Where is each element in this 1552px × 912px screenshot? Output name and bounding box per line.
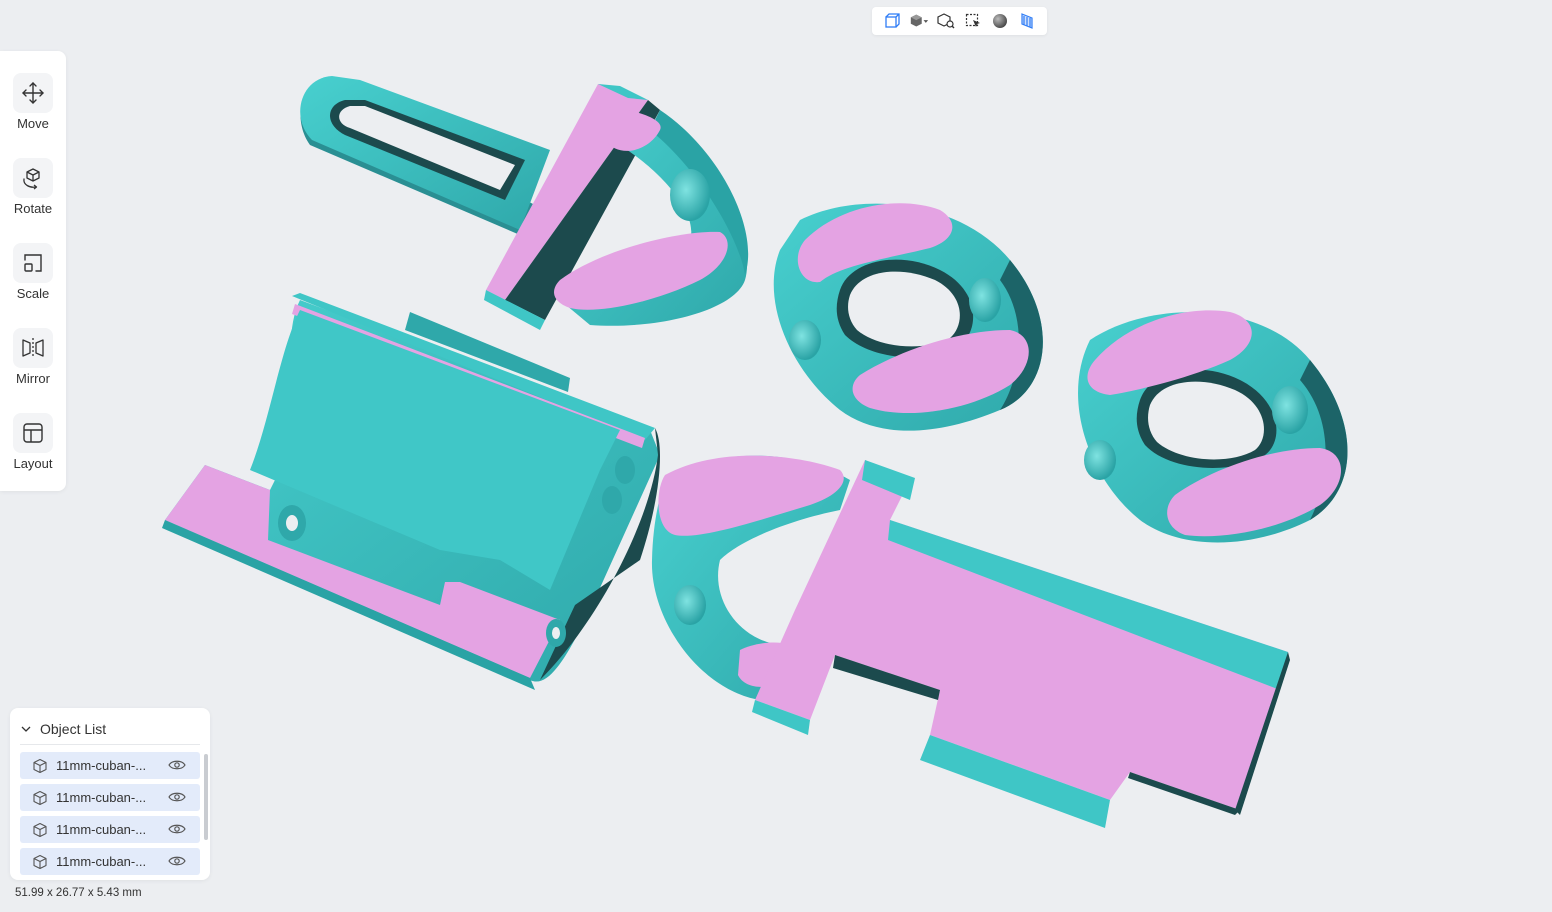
move-label: Move [17, 116, 49, 131]
tool-panel: Move Rotate Scale Mirror Layout [0, 51, 66, 491]
scale-icon [13, 243, 53, 283]
object-list-item[interactable]: 11mm-cuban-... [20, 848, 200, 875]
object-name: 11mm-cuban-... [56, 854, 147, 869]
model-dimensions: 51.99 x 26.77 x 5.43 mm [15, 887, 142, 899]
eye-icon[interactable] [168, 855, 186, 869]
mirror-tool-button[interactable]: Mirror [0, 328, 66, 398]
zoom-to-fit-icon[interactable] [936, 11, 956, 31]
rotate-tool-button[interactable]: Rotate [0, 158, 66, 228]
mirror-icon [13, 328, 53, 368]
object-name: 11mm-cuban-... [56, 790, 147, 805]
slice-view-icon[interactable] [1017, 11, 1037, 31]
object-list-panel: Object List 11mm-cuban-... 11mm-cuban-..… [10, 708, 210, 880]
eye-icon[interactable] [168, 823, 186, 837]
object-list-item[interactable]: 11mm-cuban-... [20, 784, 200, 811]
object-list-item[interactable]: 11mm-cuban-... [20, 752, 200, 779]
scale-tool-button[interactable]: Scale [0, 243, 66, 313]
layout-label: Layout [13, 456, 53, 471]
object-name: 11mm-cuban-... [56, 822, 147, 837]
cube-icon [32, 758, 48, 774]
eye-icon[interactable] [168, 791, 186, 805]
chevron-down-icon [20, 723, 32, 735]
cube-icon [32, 790, 48, 806]
rotate-icon [13, 158, 53, 198]
object-list-toggle[interactable]: Object List [20, 718, 200, 745]
rotate-label: Rotate [13, 201, 53, 216]
layout-icon [13, 413, 53, 453]
object-list-scrollbar[interactable] [204, 754, 208, 840]
model-part-link-1[interactable] [773, 203, 1043, 431]
scale-label: Scale [16, 286, 50, 301]
object-list-title: Object List [40, 721, 107, 737]
mirror-label: Mirror [16, 371, 50, 386]
eye-icon[interactable] [168, 759, 186, 773]
cube-icon [32, 822, 48, 838]
shaded-sphere-icon[interactable] [990, 11, 1010, 31]
move-icon [13, 73, 53, 113]
select-icon[interactable] [963, 11, 983, 31]
view-cube-dropdown-icon[interactable] [909, 11, 929, 31]
object-list-item[interactable]: 11mm-cuban-... [20, 816, 200, 843]
model-part-clasp-box[interactable] [162, 293, 660, 690]
view-toolbar [872, 7, 1047, 35]
model-part-clasp-tongue[interactable] [300, 76, 749, 330]
object-name: 11mm-cuban-... [56, 758, 147, 773]
layout-tool-button[interactable]: Layout [0, 413, 66, 483]
cube-icon [32, 854, 48, 870]
move-tool-button[interactable]: Move [0, 73, 66, 143]
wireframe-view-icon[interactable] [882, 11, 902, 31]
model-part-link-2[interactable] [1078, 310, 1348, 543]
3d-viewport[interactable] [0, 0, 1552, 912]
